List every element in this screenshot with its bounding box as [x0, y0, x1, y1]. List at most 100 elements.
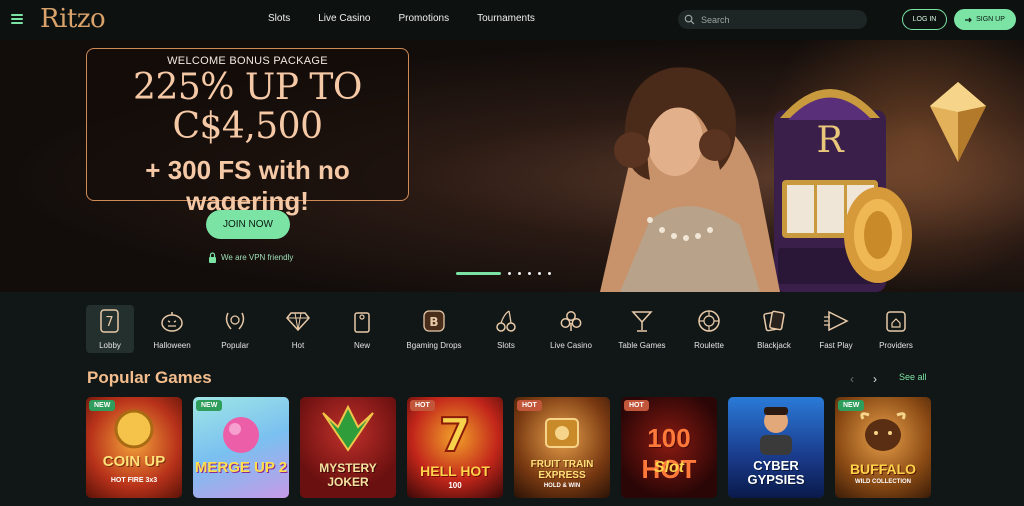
- door-tag-icon: [349, 308, 375, 334]
- game-tile-fruit-train-express[interactable]: HOT FRUIT TRAIN EXPRESS HOLD & WIN: [514, 397, 610, 498]
- lock-icon: [209, 252, 216, 263]
- game-tile-coin-up[interactable]: NEW COIN UP HOT FIRE 3x3: [86, 397, 182, 498]
- signup-button[interactable]: SIGN UP: [954, 9, 1016, 30]
- nav-promotions[interactable]: Promotions: [399, 13, 450, 24]
- category-hot[interactable]: Hot: [260, 305, 336, 353]
- search-icon: [684, 14, 695, 25]
- laurel-icon: [222, 308, 248, 334]
- bonus-offer-box: WELCOME BONUS PACKAGE 225% UP TO C$4,500…: [86, 48, 409, 216]
- game-tile-buffalo[interactable]: NEW BUFFALO WILD COLLECTION: [835, 397, 931, 498]
- see-all-link[interactable]: See all: [899, 372, 927, 382]
- bonus-label: WELCOME BONUS PACKAGE: [167, 55, 328, 67]
- category-label: Providers: [879, 341, 913, 350]
- signup-label: SIGN UP: [976, 16, 1005, 23]
- category-label: Halloween: [153, 341, 191, 350]
- join-now-button[interactable]: JOIN NOW: [206, 210, 290, 239]
- category-lobby[interactable]: 7 Lobby: [86, 305, 134, 353]
- cherries-icon: [493, 308, 519, 334]
- sign-in-arrow-icon: [965, 17, 972, 22]
- character-icon: [760, 407, 792, 455]
- hamburger-menu-icon[interactable]: [11, 14, 23, 24]
- category-fast-play[interactable]: Fast Play: [804, 305, 868, 353]
- game-title: FRUIT TRAIN EXPRESS: [530, 459, 594, 481]
- fast-play-icon: [823, 308, 849, 334]
- top-header: Ritzo Slots Live Casino Promotions Tourn…: [0, 0, 1024, 40]
- category-live-casino[interactable]: Live Casino: [532, 305, 610, 353]
- nav-live-casino[interactable]: Live Casino: [318, 13, 370, 24]
- chevron-right-icon[interactable]: ›: [873, 372, 877, 386]
- login-button[interactable]: LOG IN: [902, 9, 947, 30]
- game-tile-100-hot[interactable]: HOT 100 HOT Slot: [621, 397, 717, 498]
- game-title: HELL HOT: [420, 463, 490, 479]
- game-title: BUFFALO: [849, 461, 917, 477]
- fruit-icon: [223, 417, 259, 453]
- hot-badge: HOT: [624, 400, 649, 411]
- category-table-games[interactable]: Table Games: [610, 305, 674, 353]
- b-badge-icon: B: [421, 308, 447, 334]
- game-subtitle: 100: [448, 481, 462, 490]
- category-label: Slots: [497, 341, 515, 350]
- bonus-free-spins: + 300 FS with no wagering!: [145, 155, 350, 216]
- category-label: Hot: [291, 341, 305, 350]
- chevron-left-icon[interactable]: ‹: [850, 372, 854, 386]
- hero-banner: R WELCOME BONUS PACKAGE 225% UP TO C$4,5…: [0, 40, 1024, 292]
- game-title: MYSTERY JOKER: [319, 461, 377, 489]
- category-label: Blackjack: [757, 341, 791, 350]
- category-label: New: [353, 341, 370, 350]
- category-halloween[interactable]: Halloween: [134, 305, 210, 353]
- carousel-dot-active[interactable]: [456, 272, 501, 275]
- category-label: Table Games: [618, 341, 666, 350]
- game-subtitle: WILD COLLECTION: [855, 479, 911, 485]
- game-title: MERGE UP 2: [194, 459, 288, 476]
- main-nav: Slots Live Casino Promotions Tournaments: [268, 13, 563, 24]
- carousel-dots: [456, 272, 551, 275]
- hot-badge: HOT: [517, 400, 542, 411]
- category-providers[interactable]: Providers: [868, 305, 924, 353]
- category-new[interactable]: New: [336, 305, 388, 353]
- nav-tournaments[interactable]: Tournaments: [477, 13, 535, 24]
- category-bgaming-drops[interactable]: B Bgaming Drops: [388, 305, 480, 353]
- category-label: Live Casino: [550, 341, 592, 350]
- providers-icon: [883, 308, 909, 334]
- search-bar[interactable]: [678, 10, 867, 29]
- gold-coin-illustration: [844, 187, 912, 283]
- category-popular[interactable]: Popular: [210, 305, 260, 353]
- gem-illustration: [930, 82, 986, 162]
- carousel-dot[interactable]: [528, 272, 531, 275]
- buffalo-icon: [860, 412, 906, 451]
- popular-games-title: Popular Games: [87, 368, 212, 387]
- game-title: COIN UP: [102, 453, 166, 470]
- hot-badge: HOT: [410, 400, 435, 411]
- search-input[interactable]: [701, 14, 851, 25]
- game-tile-merge-up-2[interactable]: NEW MERGE UP 2: [193, 397, 289, 498]
- carousel-dot[interactable]: [538, 272, 541, 275]
- category-slots[interactable]: Slots: [480, 305, 532, 353]
- bonus-amount: C$4,500: [172, 106, 323, 147]
- nav-slots[interactable]: Slots: [268, 13, 290, 24]
- game-tile-mystery-joker[interactable]: MYSTERY JOKER: [300, 397, 396, 498]
- cards-icon: [761, 308, 787, 334]
- popular-games-row: NEW COIN UP HOT FIRE 3x3 NEW MERGE UP 2 …: [86, 397, 931, 498]
- vpn-text: We are VPN friendly: [221, 253, 294, 262]
- game-tile-hell-hot[interactable]: HOT 7 HELL HOT 100: [407, 397, 503, 498]
- seven-icon: 7: [438, 409, 472, 457]
- svg-text:B: B: [429, 315, 438, 329]
- train-icon: [545, 418, 579, 448]
- category-label: Lobby: [99, 341, 121, 350]
- carousel-dot[interactable]: [508, 272, 511, 275]
- category-label: Popular: [221, 341, 249, 350]
- game-subtitle: HOLD & WIN: [543, 483, 581, 489]
- woman-illustration: [600, 67, 780, 292]
- game-title: CYBER GYPSIES: [747, 458, 805, 487]
- carousel-dot[interactable]: [518, 272, 521, 275]
- carousel-dot[interactable]: [548, 272, 551, 275]
- new-badge: NEW: [89, 400, 116, 411]
- bonus-percentage: 225% UP TO: [133, 67, 362, 108]
- clubs-icon: [558, 308, 584, 334]
- ritzo-logo[interactable]: Ritzo: [40, 4, 106, 34]
- category-roulette[interactable]: Roulette: [674, 305, 744, 353]
- joker-hat-icon: [322, 405, 374, 452]
- game-tile-cyber-gypsies[interactable]: CYBER GYPSIES: [728, 397, 824, 498]
- category-blackjack[interactable]: Blackjack: [744, 305, 804, 353]
- diamond-icon: [285, 308, 311, 334]
